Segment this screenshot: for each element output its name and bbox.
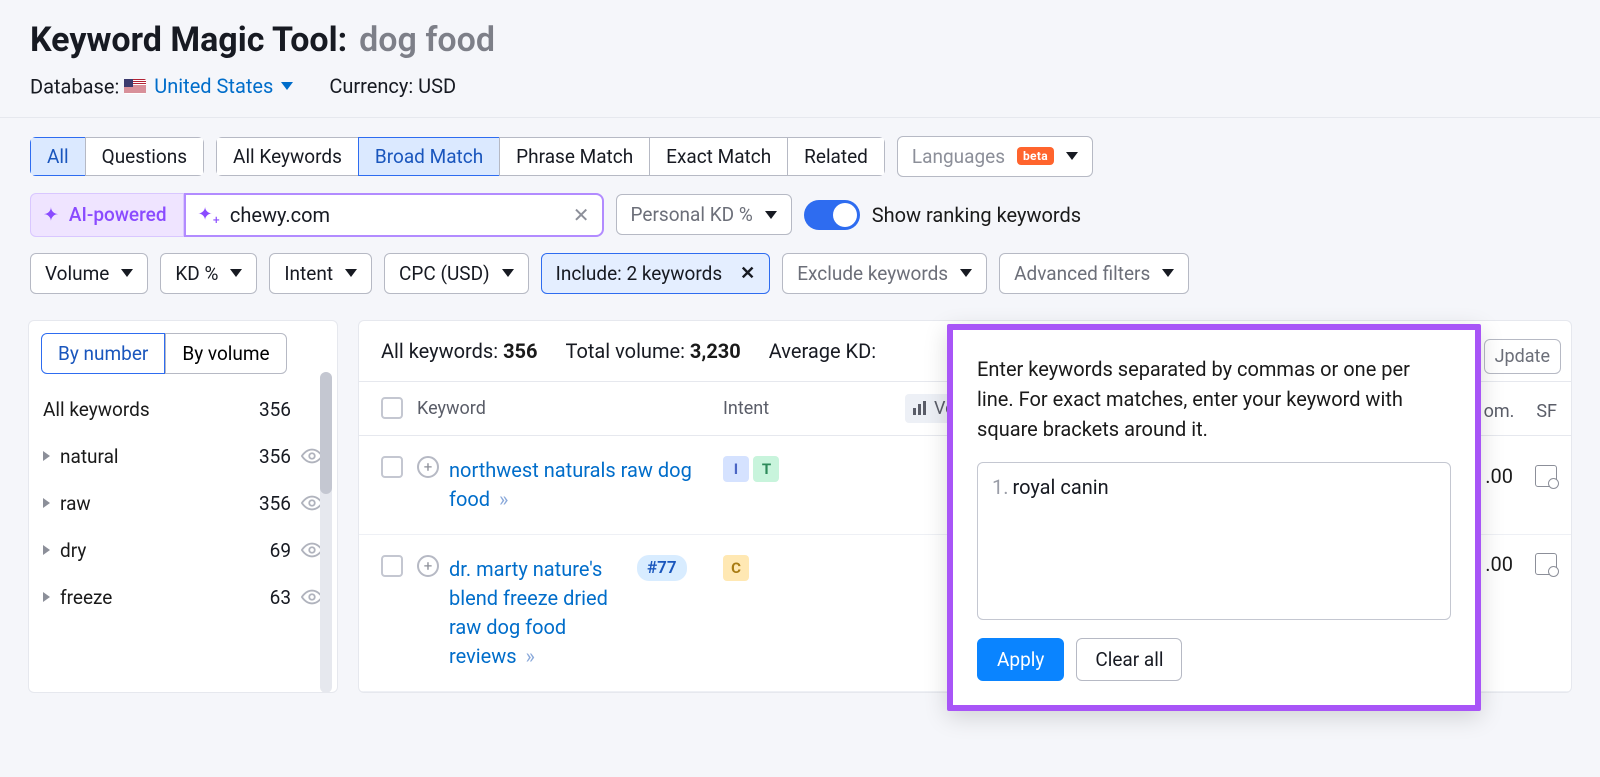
sidebar-tab-by-number[interactable]: By number — [41, 333, 165, 374]
sidebar-item-raw[interactable]: raw 356 — [29, 480, 337, 527]
beta-badge: beta — [1017, 147, 1054, 165]
intent-filter[interactable]: Intent — [269, 253, 372, 294]
serp-preview-icon[interactable] — [1535, 465, 1557, 487]
col-intent[interactable]: Intent — [723, 398, 813, 419]
database-selector[interactable]: United States — [154, 74, 293, 98]
exclude-keywords-textarea[interactable]: 1.royal canin — [977, 462, 1451, 620]
keyword-link[interactable]: northwest naturals raw dog food » — [449, 458, 692, 511]
sidebar-item-natural[interactable]: natural 356 — [29, 433, 337, 480]
sparkle-icon: ✦₊ — [198, 204, 220, 225]
chevron-right-icon — [43, 498, 50, 508]
database-country: United States — [154, 74, 273, 98]
languages-label: Languages — [912, 145, 1005, 168]
summary-all-keywords: 356 — [503, 339, 537, 363]
chevron-right-icon — [43, 545, 50, 555]
summary-avg-kd-label: Average KD: — [769, 339, 876, 363]
sidebar-item-freeze[interactable]: freeze 63 — [29, 574, 337, 621]
domain-input-wrap: ✦₊ ✕ — [184, 193, 604, 237]
intent-pill-commercial: C — [723, 555, 749, 581]
tab-broad-match[interactable]: Broad Match — [358, 137, 500, 176]
chevron-down-icon — [1162, 269, 1174, 277]
page-header: Keyword Magic Tool: dog food Database: U… — [0, 0, 1600, 117]
summary-total-volume: 3,230 — [690, 339, 741, 363]
flag-us-icon — [124, 79, 146, 94]
chevron-right-double-icon[interactable]: » — [499, 487, 508, 511]
page-query: dog food — [359, 20, 495, 60]
sidebar-scrollbar[interactable] — [320, 372, 332, 693]
exclude-keywords-popup: Enter keywords separated by commas or on… — [947, 324, 1481, 711]
clear-include-button[interactable]: ✕ — [740, 263, 755, 284]
clear-domain-button[interactable]: ✕ — [573, 203, 590, 227]
ai-powered-chip: ✦ AI-powered — [30, 193, 184, 237]
sparkle-icon: ✦ — [43, 203, 59, 226]
sidebar-item-dry[interactable]: dry 69 — [29, 527, 337, 574]
domain-input[interactable] — [230, 203, 563, 227]
show-ranking-label: Show ranking keywords — [872, 203, 1081, 227]
sort-desc-icon — [913, 401, 926, 415]
com-cell: .00 — [1485, 552, 1513, 576]
chevron-right-icon — [43, 592, 50, 602]
com-cell: .00 — [1485, 464, 1513, 488]
tab-related[interactable]: Related — [787, 137, 885, 176]
kd-filter[interactable]: KD % — [160, 253, 257, 294]
chevron-down-icon — [281, 82, 293, 90]
include-keywords-filter[interactable]: Include: 2 keywords✕ — [541, 253, 771, 294]
currency-label: Currency: — [329, 74, 413, 98]
show-ranking-toggle[interactable] — [804, 200, 860, 230]
apply-button[interactable]: Apply — [977, 638, 1064, 681]
chevron-down-icon — [121, 269, 133, 277]
languages-selector[interactable]: Languages beta — [897, 136, 1093, 177]
chevron-down-icon — [960, 269, 972, 277]
clear-all-button[interactable]: Clear all — [1076, 638, 1182, 681]
sidebar-tab-by-volume[interactable]: By volume — [165, 333, 286, 374]
tab-exact-match[interactable]: Exact Match — [649, 137, 788, 176]
exclude-keywords-filter[interactable]: Exclude keywords — [782, 253, 987, 294]
database-label: Database: — [30, 75, 119, 99]
intent-pill-transactional: T — [753, 456, 779, 482]
chevron-right-double-icon[interactable]: » — [526, 644, 535, 668]
currency-value: USD — [418, 74, 456, 98]
match-type-group: All Keywords Broad Match Phrase Match Ex… — [216, 137, 885, 176]
cpc-filter[interactable]: CPC (USD) — [384, 253, 529, 294]
personal-kd-filter[interactable]: Personal KD % — [616, 194, 792, 235]
add-keyword-button[interactable]: + — [417, 555, 439, 577]
chevron-down-icon — [230, 269, 242, 277]
tab-phrase-match[interactable]: Phrase Match — [499, 137, 650, 176]
serp-preview-icon[interactable] — [1535, 553, 1557, 575]
col-keyword[interactable]: Keyword — [403, 398, 723, 419]
chevron-down-icon — [502, 269, 514, 277]
chevron-down-icon — [345, 269, 357, 277]
tab-questions[interactable]: Questions — [85, 137, 204, 176]
select-all-checkbox[interactable] — [381, 397, 403, 419]
volume-filter[interactable]: Volume — [30, 253, 148, 294]
questions-toggle-group: All Questions — [30, 137, 204, 176]
popup-instructions: Enter keywords separated by commas or on… — [977, 354, 1451, 444]
rank-badge: #77 — [637, 555, 687, 581]
sidebar-all-keywords[interactable]: All keywords 356 — [29, 386, 337, 433]
chevron-right-icon — [43, 451, 50, 461]
chevron-down-icon — [765, 211, 777, 219]
col-com[interactable]: om. — [1484, 401, 1515, 422]
tab-all[interactable]: All — [30, 137, 86, 176]
col-sf[interactable]: SF — [1536, 401, 1557, 422]
sidebar: By number By volume All keywords 356 nat… — [28, 320, 338, 693]
intent-pill-informational: I — [723, 456, 749, 482]
row-checkbox[interactable] — [381, 456, 403, 478]
add-keyword-button[interactable]: + — [417, 456, 439, 478]
tab-all-keywords[interactable]: All Keywords — [216, 137, 359, 176]
page-title: Keyword Magic Tool: — [30, 20, 347, 60]
advanced-filters[interactable]: Advanced filters — [999, 253, 1189, 294]
chevron-down-icon — [1066, 152, 1078, 160]
line-number: 1. — [992, 475, 1009, 499]
keyword-link[interactable]: dr. marty nature's blend freeze dried ra… — [449, 555, 619, 671]
row-checkbox[interactable] — [381, 555, 403, 577]
